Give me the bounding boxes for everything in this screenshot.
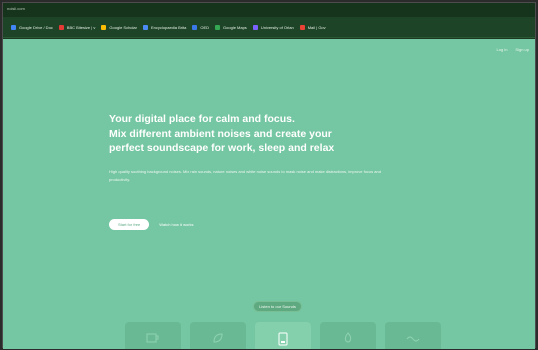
- bookmark-label: Mail | Gov: [307, 24, 326, 30]
- bookmark-label: Google Drive / Doc: [19, 24, 53, 30]
- bookmark-bbc[interactable]: BBC Bitesize | v: [58, 24, 96, 30]
- scholar-icon: [101, 24, 107, 30]
- bookmark-label: Encyclopaedia Brita: [150, 24, 187, 30]
- bookmark-google-drive[interactable]: Google Drive / Doc: [11, 24, 53, 30]
- hero-subtext: High quality soothing background noises.…: [109, 168, 381, 182]
- bookmark-label: University of Orlan: [260, 24, 294, 30]
- browser-window: noisli.com Google Drive / Doc BBC Bitesi…: [2, 2, 536, 349]
- bookmark-label: OED: [200, 24, 210, 30]
- sound-tiles: [125, 322, 441, 349]
- phone-icon: [278, 332, 288, 346]
- sound-tile[interactable]: [320, 322, 376, 349]
- top-nav: Log in Sign up: [497, 47, 529, 52]
- bookmark-scholar[interactable]: Google Scholar: [101, 24, 137, 30]
- hero-section: Your digital place for calm and focus. M…: [109, 112, 409, 184]
- browser-titlebar: noisli.com: [3, 3, 535, 17]
- hero-headline: Your digital place for calm and focus. M…: [109, 112, 409, 156]
- bookmarks-bar: Google Drive / Doc BBC Bitesize | v Goog…: [3, 17, 535, 38]
- sound-tile[interactable]: [385, 322, 441, 349]
- drive-icon: [11, 24, 16, 30]
- cta-group: Start for free Watch how it works: [109, 219, 194, 230]
- bookmark-britannica[interactable]: Encyclopaedia Brita: [142, 24, 187, 30]
- oed-icon: [192, 24, 198, 30]
- sound-tile[interactable]: [190, 322, 246, 349]
- bookmark-oed[interactable]: OED: [192, 24, 210, 30]
- window-title: noisli.com: [7, 6, 25, 11]
- landing-page: Log in Sign up Your digital place for ca…: [3, 39, 535, 349]
- bookmark-label: BBC Bitesize | v: [66, 24, 96, 30]
- wave-icon: [406, 336, 420, 342]
- bookmark-university[interactable]: University of Orlan: [252, 24, 294, 30]
- bookmark-label: Google Scholar: [109, 24, 137, 30]
- bbc-icon: [58, 24, 64, 30]
- bookmark-mail[interactable]: Mail | Gov: [299, 24, 326, 30]
- login-link[interactable]: Log in: [497, 47, 508, 52]
- bookmark-label: Google Maps: [223, 24, 247, 30]
- coffee-cup-icon: [146, 333, 159, 343]
- leaf-icon: [213, 333, 223, 343]
- sound-tile[interactable]: [125, 322, 181, 349]
- maps-icon: [215, 24, 221, 30]
- watch-how-link[interactable]: Watch how it works: [159, 222, 193, 227]
- flame-icon: [344, 332, 352, 343]
- headline-line-2: Mix different ambient noises and create …: [109, 127, 332, 140]
- britannica-icon: [142, 24, 148, 30]
- bookmark-maps[interactable]: Google Maps: [215, 24, 247, 30]
- signup-link[interactable]: Sign up: [515, 47, 529, 52]
- sound-tile-active[interactable]: [255, 322, 311, 349]
- start-free-button[interactable]: Start for free: [109, 219, 150, 230]
- headline-line-1: Your digital place for calm and focus.: [109, 113, 295, 125]
- listen-sounds-button[interactable]: Listen to our Sounds: [253, 301, 302, 312]
- university-icon: [252, 24, 258, 30]
- mail-icon: [299, 24, 305, 30]
- headline-line-3: perfect soundscape for work, sleep and r…: [109, 142, 335, 154]
